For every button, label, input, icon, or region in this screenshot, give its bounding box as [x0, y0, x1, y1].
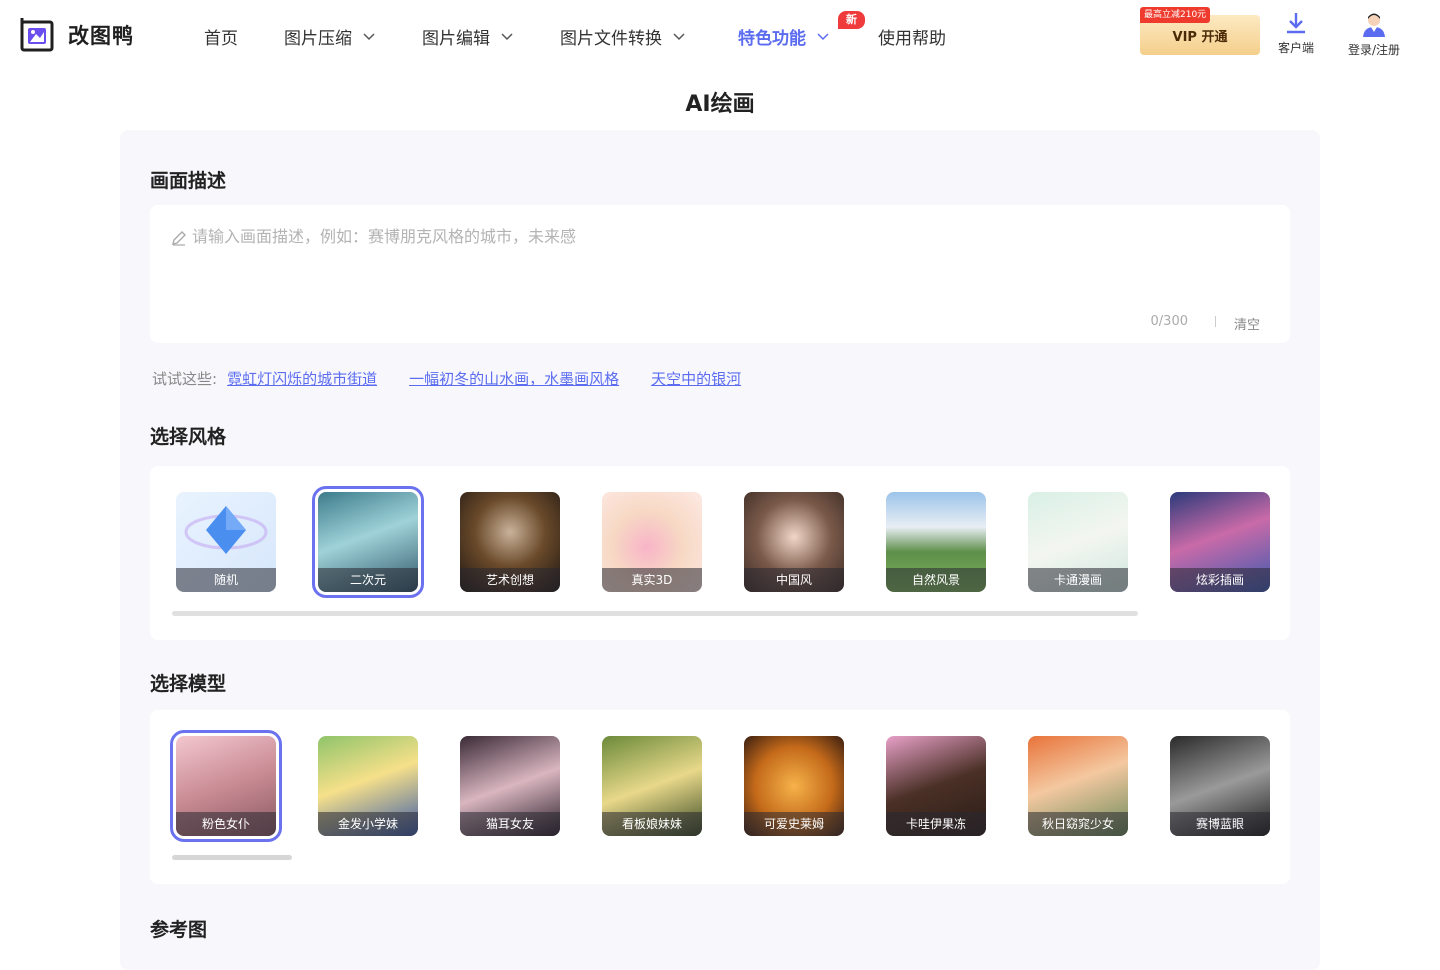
style-caption: 中国风 [744, 568, 844, 592]
nav-image-edit[interactable]: 图片编辑 [422, 0, 514, 72]
model-option[interactable]: 粉色女仆 [170, 730, 282, 842]
model-list: 粉色女仆 金发小学妹 猫耳女友 看板娘妹妹 可爱史莱姆 卡哇伊果冻 秋日窈窕少女… [150, 710, 1290, 884]
style-caption: 炫彩插画 [1170, 568, 1270, 592]
download-icon [1287, 13, 1305, 34]
clear-button[interactable]: 清空 [1234, 314, 1260, 333]
description-input[interactable] [170, 225, 1270, 295]
chevron-down-icon [501, 33, 513, 41]
nav-label: 图片文件转换 [560, 28, 662, 49]
char-counter: 0/300 [1150, 314, 1188, 329]
ai-drawing-panel: 画面描述 0/300 清空 试试这些: 霓虹灯闪烁的城市街道 一幅初冬的山水画，… [120, 130, 1320, 970]
suggestion-link[interactable]: 霓虹灯闪烁的城市街道 [227, 368, 377, 389]
login-label: 登录/注册 [1348, 43, 1401, 57]
style-caption: 自然风景 [886, 568, 986, 592]
model-caption: 猫耳女友 [460, 812, 560, 836]
style-list: 随机 二次元 艺术创想 真实3D 中国风 自然风景 卡通漫画 炫彩插画 [150, 466, 1290, 640]
top-header: 改图鸭 首页 图片压缩 图片编辑 图片文件转换 特色功能 新 使用帮助 VIP … [0, 0, 1440, 72]
model-option[interactable]: 金发小学妹 [318, 736, 418, 836]
diamond-icon [184, 506, 268, 554]
model-option[interactable]: 猫耳女友 [460, 736, 560, 836]
style-caption: 艺术创想 [460, 568, 560, 592]
nav-help[interactable]: 使用帮助 [878, 0, 946, 72]
nav-file-convert[interactable]: 图片文件转换 [560, 0, 686, 72]
model-option[interactable]: 秋日窈窕少女 [1028, 736, 1128, 836]
style-option-anime[interactable]: 二次元 [312, 486, 424, 598]
suggestion-link[interactable]: 天空中的银河 [651, 368, 741, 389]
model-caption: 可爱史莱姆 [744, 812, 844, 836]
divider [1215, 316, 1216, 327]
style-option-3d[interactable]: 真实3D [602, 492, 702, 592]
nav-label: 使用帮助 [878, 28, 946, 49]
style-section-title: 选择风格 [150, 426, 227, 448]
avatar-icon [1363, 13, 1386, 37]
logo-text: 改图鸭 [68, 24, 134, 48]
model-caption: 秋日窈窕少女 [1028, 812, 1128, 836]
model-option[interactable]: 看板娘妹妹 [602, 736, 702, 836]
style-option-random[interactable]: 随机 [176, 492, 276, 592]
suggestion-link[interactable]: 一幅初冬的山水画，水墨画风格 [409, 368, 619, 389]
chevron-down-icon [673, 33, 685, 41]
style-caption: 真实3D [602, 568, 702, 592]
model-caption: 看板娘妹妹 [602, 812, 702, 836]
chevron-down-icon [363, 33, 375, 41]
client-label: 客户端 [1278, 41, 1315, 55]
page-title: AI绘画 [685, 92, 755, 117]
style-option-cartoon[interactable]: 卡通漫画 [1028, 492, 1128, 592]
style-option-chinese[interactable]: 中国风 [744, 492, 844, 592]
model-option[interactable]: 赛博蓝眼 [1170, 736, 1270, 836]
nav-label: 图片编辑 [422, 28, 490, 49]
model-caption: 赛博蓝眼 [1170, 812, 1270, 836]
try-label: 试试这些: [152, 370, 218, 388]
style-caption: 随机 [176, 568, 276, 592]
model-option[interactable]: 可爱史莱姆 [744, 736, 844, 836]
new-badge: 新 [838, 11, 865, 29]
model-caption: 金发小学妹 [318, 812, 418, 836]
description-section-title: 画面描述 [150, 170, 227, 192]
client-download-button[interactable]: 客户端 [1278, 10, 1314, 56]
suggestion-row: 试试这些: 霓虹灯闪烁的城市街道 一幅初冬的山水画，水墨画风格 天空中的银河 [152, 368, 773, 389]
vip-discount-tag: 最高立减210元 [1140, 7, 1211, 23]
nav-image-compress[interactable]: 图片压缩 [284, 0, 376, 72]
description-box: 0/300 清空 [150, 205, 1290, 343]
logo-icon [18, 16, 56, 54]
login-register-button[interactable]: 登录/注册 [1348, 10, 1400, 58]
style-option-art[interactable]: 艺术创想 [460, 492, 560, 592]
nav-label: 图片压缩 [284, 28, 352, 49]
model-caption: 卡哇伊果冻 [886, 812, 986, 836]
model-option[interactable]: 卡哇伊果冻 [886, 736, 986, 836]
vip-label: VIP 开通 [1172, 29, 1228, 45]
style-caption: 二次元 [318, 568, 418, 592]
logo[interactable]: 改图鸭 [18, 16, 134, 54]
style-caption: 卡通漫画 [1028, 568, 1128, 592]
nav-label: 特色功能 [738, 28, 806, 49]
nav-home[interactable]: 首页 [204, 0, 238, 72]
style-option-colorful[interactable]: 炫彩插画 [1170, 492, 1270, 592]
reference-section-title: 参考图 [150, 919, 208, 941]
main-nav: 首页 图片压缩 图片编辑 图片文件转换 特色功能 新 使用帮助 [190, 0, 946, 72]
model-caption: 粉色女仆 [176, 812, 276, 836]
model-scrollbar[interactable] [172, 855, 292, 860]
model-section-title: 选择模型 [150, 673, 227, 695]
style-scrollbar[interactable] [172, 611, 1138, 616]
chevron-down-icon [817, 33, 829, 41]
nav-label: 首页 [204, 28, 238, 49]
nav-special-features[interactable]: 特色功能 新 [738, 0, 865, 72]
style-option-landscape[interactable]: 自然风景 [886, 492, 986, 592]
